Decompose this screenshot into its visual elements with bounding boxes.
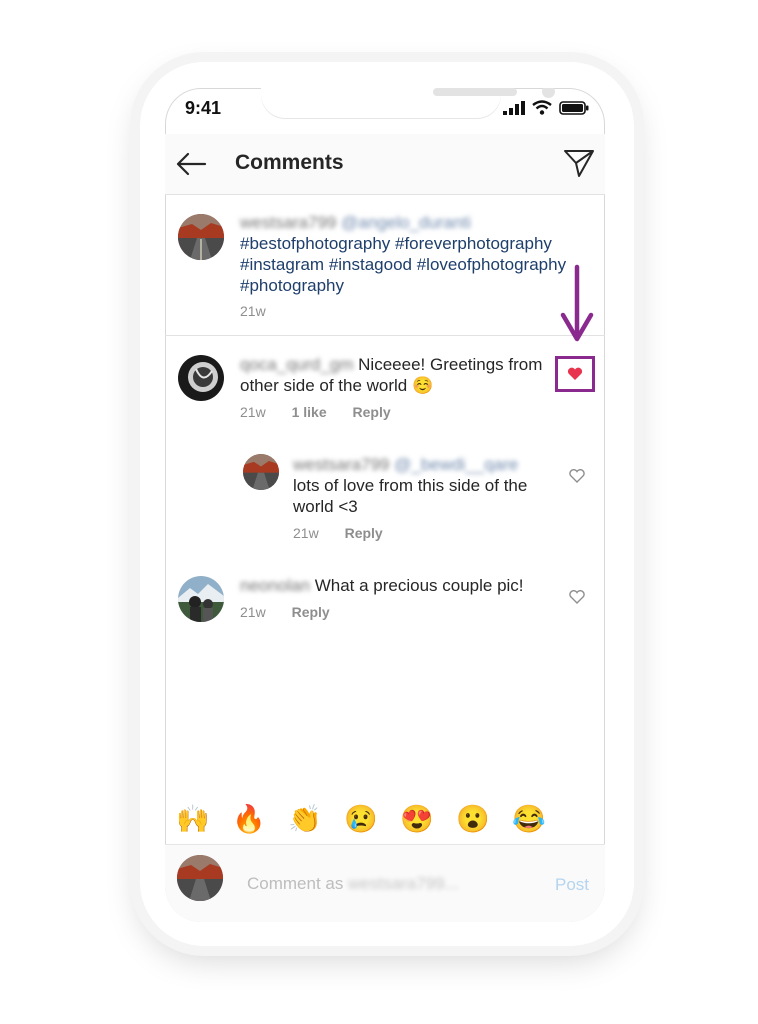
composer-avatar [177,855,223,901]
annotation-arrow-icon [560,264,594,342]
comment-time: 21w [240,604,266,620]
page-title: Comments [235,151,344,174]
comment-emoji: ☺️ [412,376,434,395]
like-highlight-box [555,356,595,392]
comment-meta: 21w Reply [240,604,330,620]
back-arrow-icon[interactable] [175,151,207,177]
comment-likes[interactable]: 1 like [292,404,327,420]
comment-composer: Comment as westsara799... Post [165,844,605,922]
placeholder-user: westsara799... [348,874,459,893]
comment-time: 21w [240,404,266,420]
heart-icon[interactable] [567,367,583,381]
comment-avatar[interactable] [178,355,224,401]
comment-text: neonolan What a precious couple pic! [240,575,555,596]
emoji-heart-eyes[interactable]: 😍 [389,804,445,834]
comment-meta: 21w 1 like Reply [240,404,391,420]
status-time: 9:41 [185,98,222,118]
silent-switch [131,410,136,486]
status-icons [503,100,589,115]
caption-avatar[interactable] [178,214,224,260]
caption-mention[interactable]: @angelo_duranti [341,213,471,232]
wifi-icon [532,100,552,115]
signal-icon [503,100,525,115]
emoji-laughing[interactable]: 😂 [501,804,557,834]
placeholder-prefix: Comment as [247,874,344,893]
reply-text: westsara799 @_bewdi__qare lots of love f… [293,454,563,517]
comments-header: Comments [165,134,605,195]
reply-button[interactable]: Reply [353,404,391,420]
speaker [433,88,517,96]
comment-avatar[interactable] [178,576,224,622]
caption-time: 21w [240,303,266,319]
emoji-surprised[interactable]: 😮 [445,804,501,834]
send-icon[interactable] [563,148,595,178]
front-camera [542,88,555,98]
emoji-raised-hands[interactable]: 🙌 [165,804,221,834]
post-button[interactable]: Post [555,875,589,895]
caption-hashtags[interactable]: #bestofphotography #foreverphotography #… [240,234,566,295]
caption-text: westsara799 @angelo_duranti #bestofphoto… [240,212,590,322]
notch [261,88,555,118]
reply-button[interactable]: Reply [345,525,383,541]
emoji-crying[interactable]: 😢 [333,804,389,834]
volume-up-button [131,212,136,264]
heart-outline-icon[interactable] [569,590,585,604]
reply-username[interactable]: westsara799 [293,455,389,474]
emoji-quick-bar: 🙌 🔥 👏 😢 😍 😮 😂 [165,794,605,844]
reply-body: lots of love from this side of the world… [293,476,528,516]
reply-avatar[interactable] [243,454,279,490]
comment-body: What a precious couple pic! [314,576,524,595]
reply-button[interactable]: Reply [292,604,330,620]
battery-icon [559,100,589,115]
comment-text: qoca_qurd_gm Niceeee! Greetings from oth… [240,354,555,396]
emoji-fire[interactable]: 🔥 [221,804,277,834]
comment-username[interactable]: qoca_qurd_gm [240,355,353,374]
caption-divider [165,335,605,336]
volume-down-button [131,296,136,372]
comment-input[interactable]: Comment as westsara799... [247,874,459,894]
emoji-clap[interactable]: 👏 [277,804,333,834]
heart-outline-icon[interactable] [569,469,585,483]
reply-mention[interactable]: @_bewdi__qare [394,455,518,474]
phone-screen: 9:41 Comments westsara799 @angelo_durant… [165,88,605,922]
comment-username[interactable]: neonolan [240,576,310,595]
reply-meta: 21w Reply [293,525,383,541]
caption-username[interactable]: westsara799 [240,213,336,232]
reply-time: 21w [293,525,319,541]
